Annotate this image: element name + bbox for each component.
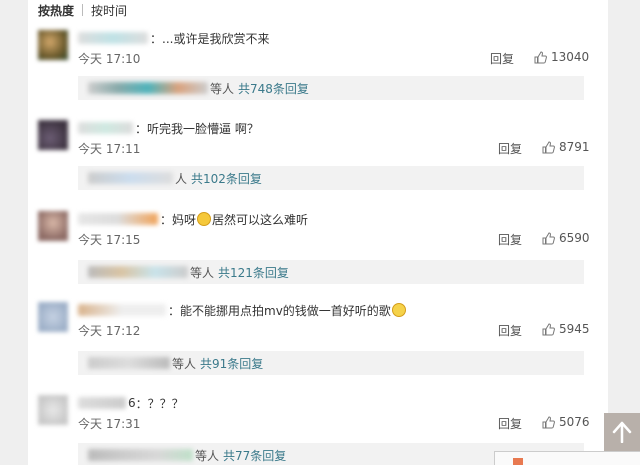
widget-icon (513, 458, 523, 465)
repliers-suffix: 等人 (210, 81, 235, 96)
avatar[interactable] (38, 120, 68, 150)
arrow-up-icon (612, 421, 632, 443)
comment-text: 听完我一脸懵逼 啊？ (147, 121, 259, 136)
like-count: 5076 (559, 415, 590, 429)
like-button[interactable]: 5945 (542, 322, 590, 336)
reply-count-link[interactable]: 共102条回复 (191, 170, 262, 187)
like-button[interactable]: 8791 (542, 140, 590, 154)
back-to-top-button[interactable] (604, 413, 640, 451)
avatar[interactable] (38, 30, 68, 60)
sort-bar: 按热度 按时间 (38, 2, 127, 18)
like-button[interactable]: 13040 (534, 50, 589, 64)
thumbs-up-icon (542, 140, 555, 153)
avatar[interactable] (38, 395, 68, 425)
username[interactable] (78, 397, 126, 409)
comment-time: 今天 17:11 (78, 142, 141, 156)
comment-time: 今天 17:31 (78, 417, 141, 431)
repliers (88, 449, 193, 461)
reply-count-link[interactable]: 共91条回复 (200, 355, 263, 372)
username[interactable] (78, 122, 133, 134)
repliers (88, 172, 173, 184)
thumbs-up-icon (534, 50, 547, 63)
comment-text-cont: 居然可以这么难听 (212, 212, 309, 227)
comment-time: 今天 17:10 (78, 52, 141, 66)
comment-panel: 按热度 按时间 ： ...或许是我欣赏不来 今天 17:10 回复 13040 … (28, 0, 608, 465)
thumbs-up-icon (542, 231, 555, 244)
comment-line: 6 ： ？？？ (78, 395, 184, 411)
reply-summary[interactable]: 等人 共91条回复 (78, 351, 584, 375)
like-count: 13040 (551, 50, 590, 64)
repliers-suffix: 等人 (172, 356, 197, 371)
username-tail: 6 (128, 396, 136, 410)
username[interactable] (78, 304, 166, 316)
repliers (88, 82, 208, 94)
reply-count-link[interactable]: 共748条回复 (238, 80, 309, 97)
comment-time: 今天 17:15 (78, 233, 141, 247)
reply-button[interactable]: 回复 (498, 231, 522, 248)
repliers-suffix: 等人 (190, 265, 215, 280)
reply-count-link[interactable]: 共121条回复 (218, 264, 289, 281)
sort-by-time-tab[interactable]: 按时间 (91, 2, 127, 19)
reply-button[interactable]: 回复 (490, 50, 514, 67)
divider (82, 4, 84, 16)
comment-text: 妈呀 (172, 212, 197, 227)
repliers-suffix: 等人 (195, 448, 220, 463)
crying-laugh-emoji-icon (197, 212, 212, 226)
reply-summary[interactable]: 等人 共748条回复 (78, 76, 584, 100)
comment-text: ...或许是我欣赏不来 (162, 31, 270, 46)
like-button[interactable]: 6590 (542, 231, 590, 245)
reply-summary[interactable]: 等人 共121条回复 (78, 260, 584, 284)
repliers (88, 357, 170, 369)
thumbs-up-icon (542, 415, 555, 428)
comment-text: ？？？ (147, 396, 184, 411)
comment-line: ： 听完我一脸懵逼 啊？ (78, 120, 259, 136)
reply-button[interactable]: 回复 (498, 415, 522, 432)
repliers (88, 266, 188, 278)
like-count: 8791 (559, 140, 590, 154)
comment-time: 今天 17:12 (78, 324, 141, 338)
reply-count-link[interactable]: 共77条回复 (223, 447, 286, 464)
comment-line: ： 能不能挪用点拍mv的钱做一首好听的歌 (78, 302, 407, 318)
like-count: 6590 (559, 231, 590, 245)
avatar[interactable] (38, 211, 68, 241)
comment-text: 能不能挪用点拍mv的钱做一首好听的歌 (180, 303, 391, 318)
thumbs-up-icon (542, 322, 555, 335)
sort-by-hot-tab[interactable]: 按热度 (38, 2, 74, 19)
comment-line: ： ...或许是我欣赏不来 (78, 30, 269, 46)
like-count: 5945 (559, 322, 590, 336)
reply-button[interactable]: 回复 (498, 322, 522, 339)
reply-summary[interactable]: 人 共102条回复 (78, 166, 584, 190)
floating-widget[interactable] (494, 451, 640, 465)
avatar[interactable] (38, 302, 68, 332)
sweat-emoji-icon (391, 303, 406, 317)
repliers-suffix: 人 (175, 171, 188, 186)
username[interactable] (78, 213, 158, 225)
like-button[interactable]: 5076 (542, 415, 590, 429)
username[interactable] (78, 32, 148, 44)
reply-button[interactable]: 回复 (498, 140, 522, 157)
comment-line: ： 妈呀 居然可以这么难听 (78, 211, 308, 227)
